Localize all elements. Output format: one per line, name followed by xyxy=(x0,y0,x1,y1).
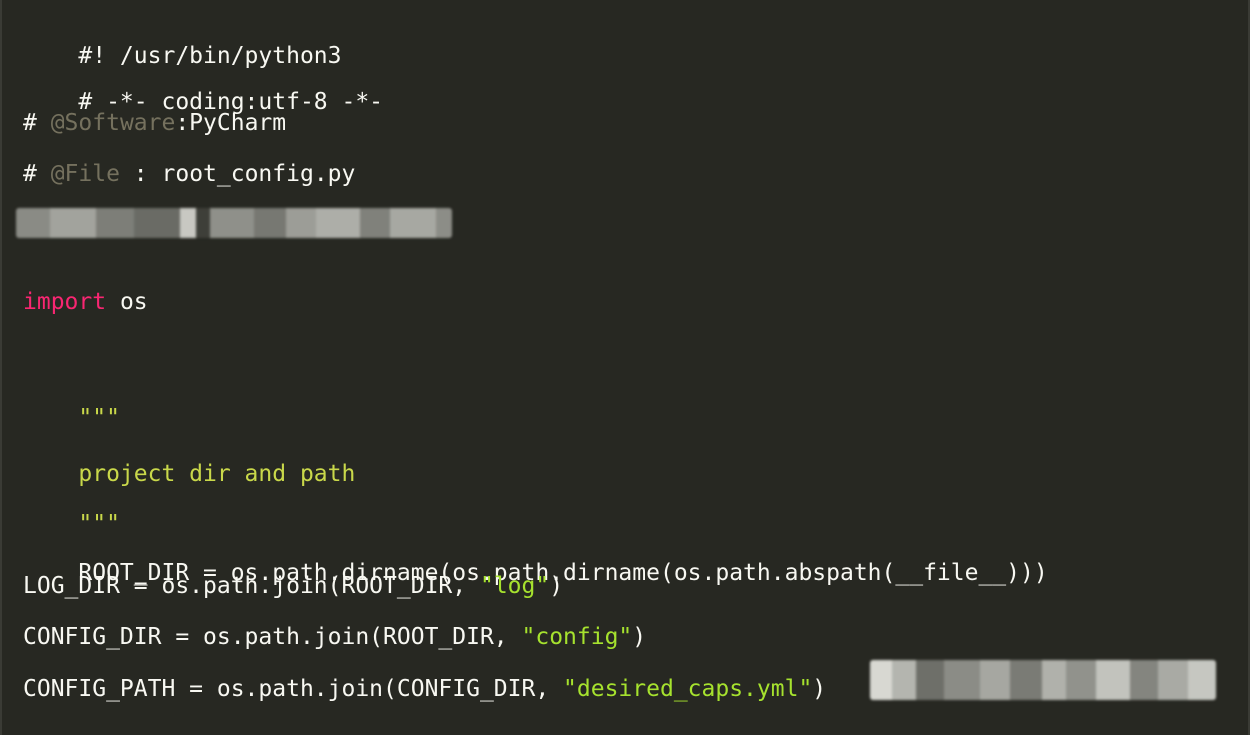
code-line-file: # @File : root_config.py xyxy=(23,159,355,189)
file-value: : root_config.py xyxy=(119,161,356,187)
comment-prefix: # xyxy=(23,161,51,187)
config-path-code: CONFIG_PATH = os.path.join(CONFIG_DIR, xyxy=(23,676,564,702)
redacted-line-blur xyxy=(16,208,452,238)
code-line-config-dir: CONFIG_DIR = os.path.join(ROOT_DIR, "con… xyxy=(23,622,646,652)
file-tag: @File xyxy=(50,161,120,187)
comment-prefix: # xyxy=(23,110,51,136)
code-line-import: import os xyxy=(23,287,148,317)
docstring-open: """ xyxy=(78,405,120,431)
config-path-close: ) xyxy=(812,676,827,702)
log-dir-close: ) xyxy=(549,573,564,599)
code-line-software: # @Software:PyCharm xyxy=(23,108,286,138)
code-line-config-path: CONFIG_PATH = os.path.join(CONFIG_DIR, "… xyxy=(23,674,826,704)
code-editor[interactable]: #! /usr/bin/python3 # -*- coding:utf-8 -… xyxy=(0,0,1250,735)
import-module: os xyxy=(106,289,148,315)
import-keyword: import xyxy=(23,289,107,315)
redacted-comment-blur xyxy=(870,660,1216,700)
software-value: :PyCharm xyxy=(175,110,287,136)
config-dir-string: "config" xyxy=(521,624,633,650)
config-path-string: "desired_caps.yml" xyxy=(563,676,813,702)
config-dir-code: CONFIG_DIR = os.path.join(ROOT_DIR, xyxy=(23,624,522,650)
log-dir-string: "log" xyxy=(479,573,550,599)
code-line-log-dir: LOG_DIR = os.path.join(ROOT_DIR, "log") xyxy=(23,571,563,601)
software-tag: @Software xyxy=(50,110,176,136)
config-dir-close: ) xyxy=(632,624,647,650)
log-dir-code: LOG_DIR = os.path.join(ROOT_DIR, xyxy=(23,573,480,599)
